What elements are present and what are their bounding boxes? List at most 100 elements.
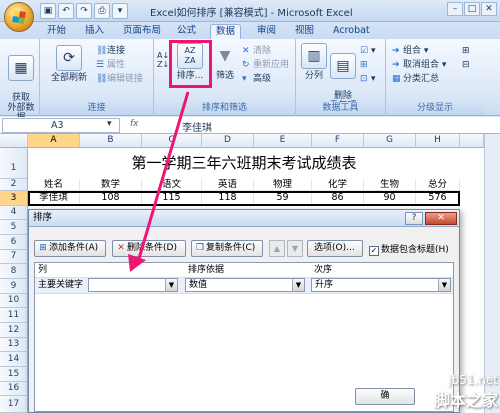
column-header-blank — [460, 134, 484, 148]
row-header-14[interactable]: 14 — [0, 352, 28, 367]
sort-az-icon[interactable]: A↓ Z↓ — [157, 51, 169, 69]
ungroup-button[interactable]: ➔ 取消组合 ▾ — [392, 59, 446, 71]
row-header-4[interactable]: 4 — [0, 206, 28, 220]
reapply-button[interactable]: ↻ 重新应用 — [242, 59, 289, 71]
get-external-data-button[interactable]: ▦ 获取 外部数据 — [4, 45, 38, 123]
header-cell-total[interactable]: 总分 — [416, 179, 460, 191]
row-header-12[interactable]: 12 — [0, 323, 28, 338]
formula-input[interactable]: 李佳琪 — [182, 119, 212, 134]
tab-review[interactable]: 审阅 — [252, 24, 281, 39]
quick-access-toolbar: ▣ ↶ ↷ ⎙ ▾ — [40, 3, 128, 19]
row-header-9[interactable]: 9 — [0, 279, 28, 294]
add-level-button[interactable]: ⊞ 添加条件(A) — [34, 240, 106, 257]
row-header-11[interactable]: 11 — [0, 308, 28, 323]
delete-level-button[interactable]: ✕ 删除条件(D) — [112, 240, 186, 257]
row-header-3[interactable]: 3 — [0, 191, 28, 206]
customize-qat-icon[interactable]: ▾ — [112, 3, 128, 19]
outline-expand-icon[interactable]: ⊞ — [462, 45, 470, 57]
group-external-data: ▦ 获取 外部数据 — [0, 39, 40, 123]
header-cell-physics[interactable]: 物理 — [254, 179, 312, 191]
column-header-b[interactable]: B — [80, 134, 142, 148]
header-cell-biology[interactable]: 生物 — [364, 179, 416, 191]
column-header-g[interactable]: G — [364, 134, 416, 148]
save-icon[interactable]: ▣ — [40, 3, 56, 19]
name-box[interactable]: A3 — [2, 118, 120, 133]
tab-formulas[interactable]: 公式 — [172, 24, 201, 39]
close-button[interactable]: ✕ — [481, 2, 497, 16]
tab-insert[interactable]: 插入 — [80, 24, 109, 39]
advanced-button[interactable]: ▾ 高级 — [242, 73, 271, 85]
filter-button[interactable]: ▼ 筛选 — [210, 43, 240, 81]
maximize-button[interactable]: □ — [464, 2, 480, 16]
options-button[interactable]: 选项(O)... — [307, 240, 363, 257]
tab-home[interactable]: 开始 — [42, 24, 71, 39]
print-preview-icon[interactable]: ⎙ — [94, 3, 110, 19]
dialog-close-button[interactable]: ✕ — [425, 212, 457, 225]
row-header-1[interactable]: 1 — [0, 148, 28, 179]
sort-column-select[interactable]: ▼ — [88, 278, 178, 292]
connections-button[interactable]: ⛓连接 — [96, 45, 125, 57]
column-header-h[interactable]: H — [416, 134, 460, 148]
undo-icon[interactable]: ↶ — [58, 3, 74, 19]
sheet-title-cell[interactable]: 第一学期三年六班期末考试成绩表 — [28, 148, 460, 179]
what-if-icon[interactable]: ⊡ ▾ — [360, 73, 376, 85]
row-header-15[interactable]: 15 — [0, 367, 28, 382]
group-label-data-tools: 数据工具 — [296, 102, 385, 115]
office-button[interactable] — [4, 2, 34, 32]
order-select[interactable]: 升序 ▼ — [311, 278, 451, 292]
header-cell-math[interactable]: 数学 — [80, 179, 142, 191]
row-header-6[interactable]: 6 — [0, 235, 28, 250]
row-header-10[interactable]: 10 — [0, 294, 28, 308]
header-cell-name[interactable]: 姓名 — [28, 179, 80, 191]
tab-data[interactable]: 数据 — [210, 24, 242, 39]
clear-button[interactable]: ✕ 清除 — [242, 45, 271, 57]
row-header-5[interactable]: 5 — [0, 220, 28, 235]
column-header-d[interactable]: D — [202, 134, 254, 148]
row-header-7[interactable]: 7 — [0, 250, 28, 264]
refresh-all-button[interactable]: ⟳ 全部刷新 — [46, 45, 92, 83]
fx-icon[interactable]: fx — [130, 119, 139, 129]
name-box-dropdown-icon[interactable]: ▾ — [107, 118, 112, 130]
select-all-corner[interactable] — [0, 134, 28, 148]
subtotal-button[interactable]: ▦ 分类汇总 — [392, 73, 439, 85]
row-header-8[interactable]: 8 — [0, 264, 28, 279]
text-to-columns-button[interactable]: ▥ 分列 — [300, 43, 328, 81]
row-header-13[interactable]: 13 — [0, 338, 28, 352]
ok-button[interactable]: 确 — [355, 388, 415, 405]
tab-page-layout[interactable]: 页面布局 — [118, 24, 166, 39]
properties-button[interactable]: ☰ 属性 — [96, 59, 125, 71]
row-header-17[interactable]: 17 — [0, 396, 28, 413]
move-down-icon[interactable]: ▼ — [287, 240, 303, 257]
column-header-e[interactable]: E — [254, 134, 312, 148]
header-cell-english[interactable]: 英语 — [202, 179, 254, 191]
tab-view[interactable]: 视图 — [290, 24, 319, 39]
column-header-a[interactable]: A — [28, 134, 80, 148]
row-header-2[interactable]: 2 — [0, 179, 28, 191]
consolidate-icon[interactable]: ⊞ — [360, 59, 371, 71]
column-header-f[interactable]: F — [312, 134, 364, 148]
delete-level-icon: ✕ — [117, 243, 125, 253]
chevron-down-icon: ▼ — [292, 279, 304, 291]
column-header-c[interactable]: C — [142, 134, 202, 148]
reapply-icon: ↻ — [242, 60, 250, 70]
dialog-help-button[interactable]: ? — [405, 212, 423, 225]
edit-links-button[interactable]: ⛓编辑链接 — [96, 73, 143, 85]
header-cell-chinese[interactable]: 语文 — [142, 179, 202, 191]
remove-duplicates-button[interactable]: ▤ 删除 重复项 — [328, 43, 358, 111]
copy-level-button[interactable]: ❐ 复制条件(C) — [191, 240, 263, 257]
sort-on-select[interactable]: 数值 ▼ — [185, 278, 305, 292]
minimize-button[interactable]: – — [447, 2, 463, 16]
vertical-scrollbar[interactable] — [484, 134, 500, 413]
row-header-16[interactable]: 16 — [0, 382, 28, 396]
has-headers-checkbox[interactable]: ✓ 数据包含标题(H) — [369, 242, 449, 256]
validation-icon[interactable]: ☑ ▾ — [360, 45, 376, 57]
move-up-icon[interactable]: ▲ — [269, 240, 285, 257]
redo-icon[interactable]: ↷ — [76, 3, 92, 19]
header-cell-chemistry[interactable]: 化学 — [312, 179, 364, 191]
tab-acrobat[interactable]: Acrobat — [328, 24, 375, 39]
connections-icon: ⛓ — [96, 46, 108, 56]
selected-row-outline — [28, 191, 460, 206]
edit-links-icon: ⛓ — [96, 74, 108, 84]
group-button[interactable]: ➔ 组合 ▾ — [392, 45, 428, 57]
outline-collapse-icon[interactable]: ⊟ — [462, 59, 470, 71]
